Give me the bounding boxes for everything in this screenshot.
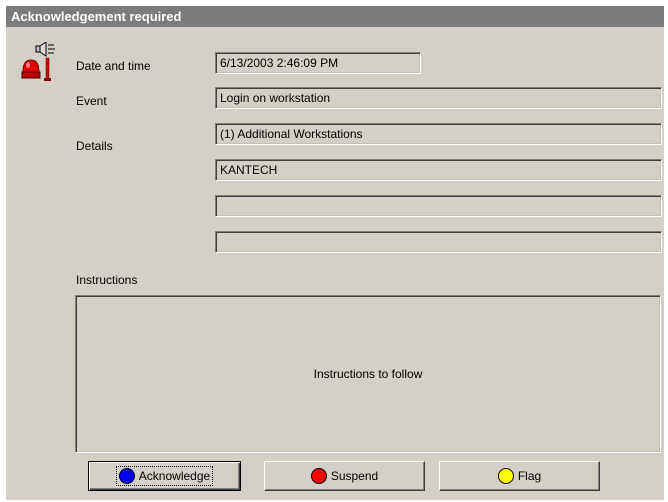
event-field: Login on workstation <box>215 87 662 109</box>
date-time-field: 6/13/2003 2:46:09 PM <box>215 52 421 74</box>
flag-label: Flag <box>517 469 542 483</box>
flag-button[interactable]: Flag <box>439 461 600 491</box>
blue-circle-icon <box>118 468 135 484</box>
suspend-label: Suspend <box>330 469 379 483</box>
suspend-button[interactable]: Suspend <box>264 461 425 491</box>
date-time-label: Date and time <box>76 59 151 73</box>
acknowledgement-dialog: Acknowledgement required Date and time 6… <box>6 6 664 500</box>
alarm-bell-icon <box>21 42 55 81</box>
instructions-box: Instructions to follow <box>75 295 661 453</box>
details-line-1: (1) Additional Workstations <box>215 123 662 145</box>
instructions-text: Instructions to follow <box>313 367 423 381</box>
yellow-circle-icon <box>497 468 514 484</box>
details-line-3 <box>215 195 662 217</box>
details-label: Details <box>76 139 113 153</box>
instructions-label: Instructions <box>76 273 138 287</box>
acknowledge-label: Acknowledge <box>138 469 211 483</box>
red-circle-icon <box>310 468 327 484</box>
details-line-2: KANTECH <box>215 159 662 181</box>
acknowledge-focus: Acknowledge <box>115 466 214 486</box>
details-line-4 <box>215 231 662 253</box>
acknowledge-button[interactable]: Acknowledge <box>88 461 241 491</box>
event-label: Event <box>76 94 107 108</box>
dialog-title: Acknowledgement required <box>6 6 664 27</box>
